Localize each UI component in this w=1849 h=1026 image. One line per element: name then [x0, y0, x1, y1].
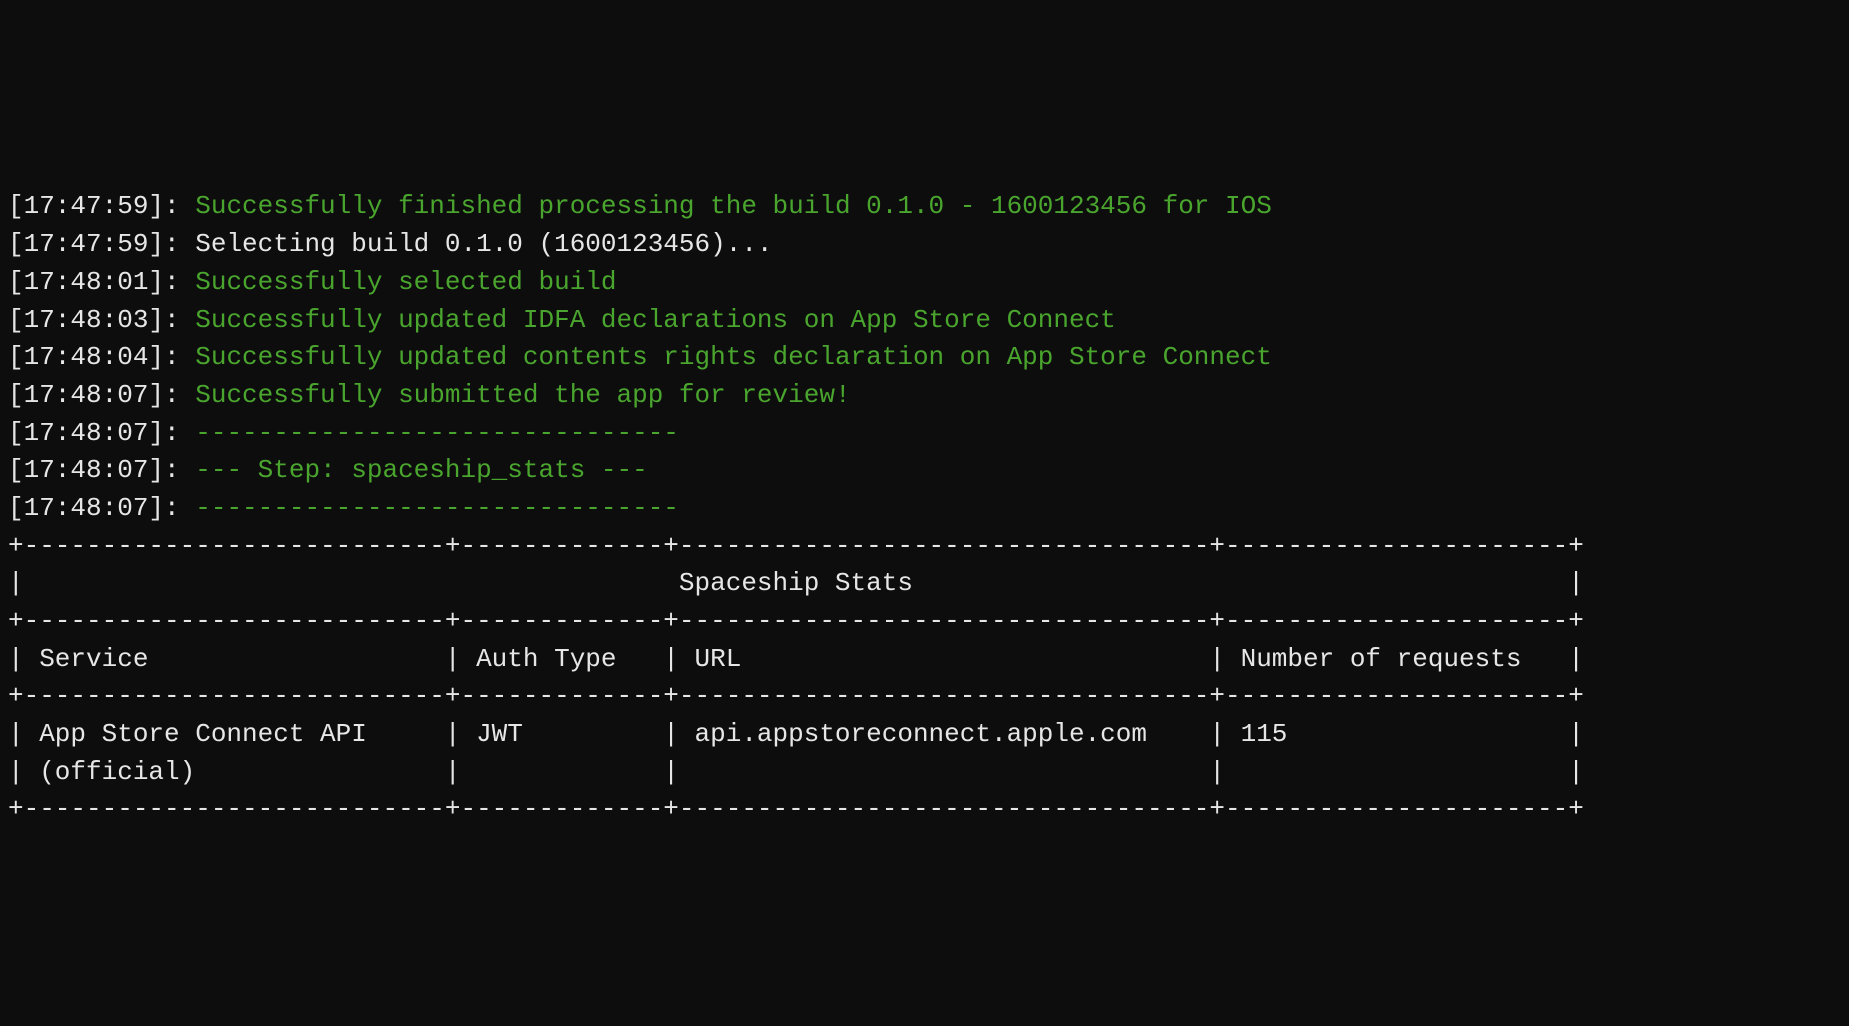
log-message: -------------------------------: [195, 493, 679, 523]
table-row-cont: | (official) | | | |: [8, 757, 1584, 787]
log-timestamp: [17:48:07]:: [8, 418, 195, 448]
log-timestamp: [17:47:59]:: [8, 229, 195, 259]
log-message: --- Step: spaceship_stats ---: [195, 455, 647, 485]
log-message: Successfully selected build: [195, 267, 616, 297]
table-line: | App Store Connect API | JWT | api.apps…: [8, 716, 1841, 754]
log-timestamp: [17:48:07]:: [8, 380, 195, 410]
table-row: | App Store Connect API | JWT | api.apps…: [8, 719, 1584, 749]
log-line: [17:48:07]: ----------------------------…: [8, 415, 1841, 453]
log-line: [17:48:03]: Successfully updated IDFA de…: [8, 302, 1841, 340]
table-line: | Service | Auth Type | URL | Number of …: [8, 641, 1841, 679]
table-line: +---------------------------+-----------…: [8, 528, 1841, 566]
table-line: +---------------------------+-----------…: [8, 791, 1841, 829]
log-line: [17:48:07]: ----------------------------…: [8, 490, 1841, 528]
log-timestamp: [17:47:59]:: [8, 191, 195, 221]
log-message: Selecting build 0.1.0 (1600123456)...: [195, 229, 772, 259]
table-line: | Spaceship Stats |: [8, 565, 1841, 603]
log-timestamp: [17:48:01]:: [8, 267, 195, 297]
log-message: Successfully submitted the app for revie…: [195, 380, 850, 410]
log-timestamp: [17:48:03]:: [8, 305, 195, 335]
table-title: | Spaceship Stats |: [8, 568, 1584, 598]
table-border: +---------------------------+-----------…: [8, 681, 1584, 711]
table-header-row: | Service | Auth Type | URL | Number of …: [8, 644, 1584, 674]
log-timestamp: [17:48:07]:: [8, 493, 195, 523]
log-line: [17:47:59]: Successfully finished proces…: [8, 188, 1841, 226]
log-line: [17:48:01]: Successfully selected build: [8, 264, 1841, 302]
table-border: +---------------------------+-----------…: [8, 606, 1584, 636]
log-message: Successfully updated IDFA declarations o…: [195, 305, 1116, 335]
log-timestamp: [17:48:04]:: [8, 342, 195, 372]
table-line: | (official) | | | |: [8, 754, 1841, 792]
table-line: +---------------------------+-----------…: [8, 603, 1841, 641]
log-message: Successfully finished processing the bui…: [195, 191, 1272, 221]
log-line: [17:48:04]: Successfully updated content…: [8, 339, 1841, 377]
log-line: [17:47:59]: Selecting build 0.1.0 (16001…: [8, 226, 1841, 264]
table-line: +---------------------------+-----------…: [8, 678, 1841, 716]
table-border: +---------------------------+-----------…: [8, 531, 1584, 561]
table-border: +---------------------------+-----------…: [8, 794, 1584, 824]
log-line: [17:48:07]: --- Step: spaceship_stats --…: [8, 452, 1841, 490]
log-timestamp: [17:48:07]:: [8, 455, 195, 485]
log-message: -------------------------------: [195, 418, 679, 448]
log-line: [17:48:07]: Successfully submitted the a…: [8, 377, 1841, 415]
terminal-output: [17:47:59]: Successfully finished proces…: [0, 188, 1849, 837]
log-message: Successfully updated contents rights dec…: [195, 342, 1272, 372]
